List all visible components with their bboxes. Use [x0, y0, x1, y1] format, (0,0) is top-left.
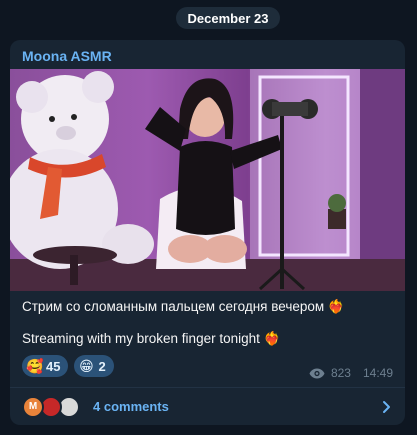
comments-label: 4 comments — [93, 399, 169, 414]
fire-heart-emoji: ❤️‍🔥 — [263, 331, 281, 346]
channel-name[interactable]: Moona ASMR — [22, 48, 112, 64]
channel-post: Moona ASMR Стрим со сломанным пальцем се… — [10, 40, 405, 425]
reaction-count: 2 — [98, 358, 106, 374]
post-time: 14:49 — [362, 366, 393, 380]
photo-illustration — [10, 69, 405, 291]
reactions: 🥰 45 😁 2 — [22, 355, 114, 377]
reaction-count: 45 — [46, 358, 61, 374]
commenter-avatars: M — [22, 395, 84, 418]
view-count: 823 — [330, 366, 351, 380]
reaction-smiling-hearts[interactable]: 🥰 45 — [22, 355, 69, 377]
post-photo[interactable] — [10, 69, 405, 291]
date-separator: December 23 — [176, 7, 280, 29]
comments-button[interactable]: M 4 comments — [10, 388, 405, 425]
smiling-hearts-emoji: 🥰 — [26, 357, 44, 374]
post-meta: 823 14:49 — [309, 366, 393, 380]
post-text-english: Streaming with my broken finger tonight … — [22, 331, 281, 346]
grin-emoji: 😁 — [79, 357, 94, 374]
reaction-grin[interactable]: 😁 2 — [74, 355, 114, 377]
post-text: Стрим со сломанным пальцем сегодня вечер… — [22, 298, 394, 348]
fire-heart-emoji: ❤️‍🔥 — [327, 299, 345, 314]
eye-icon — [309, 368, 325, 378]
chevron-right-icon — [383, 400, 390, 413]
post-text-russian: Стрим со сломанным пальцем сегодня вечер… — [22, 299, 345, 314]
avatar: M — [22, 395, 44, 418]
